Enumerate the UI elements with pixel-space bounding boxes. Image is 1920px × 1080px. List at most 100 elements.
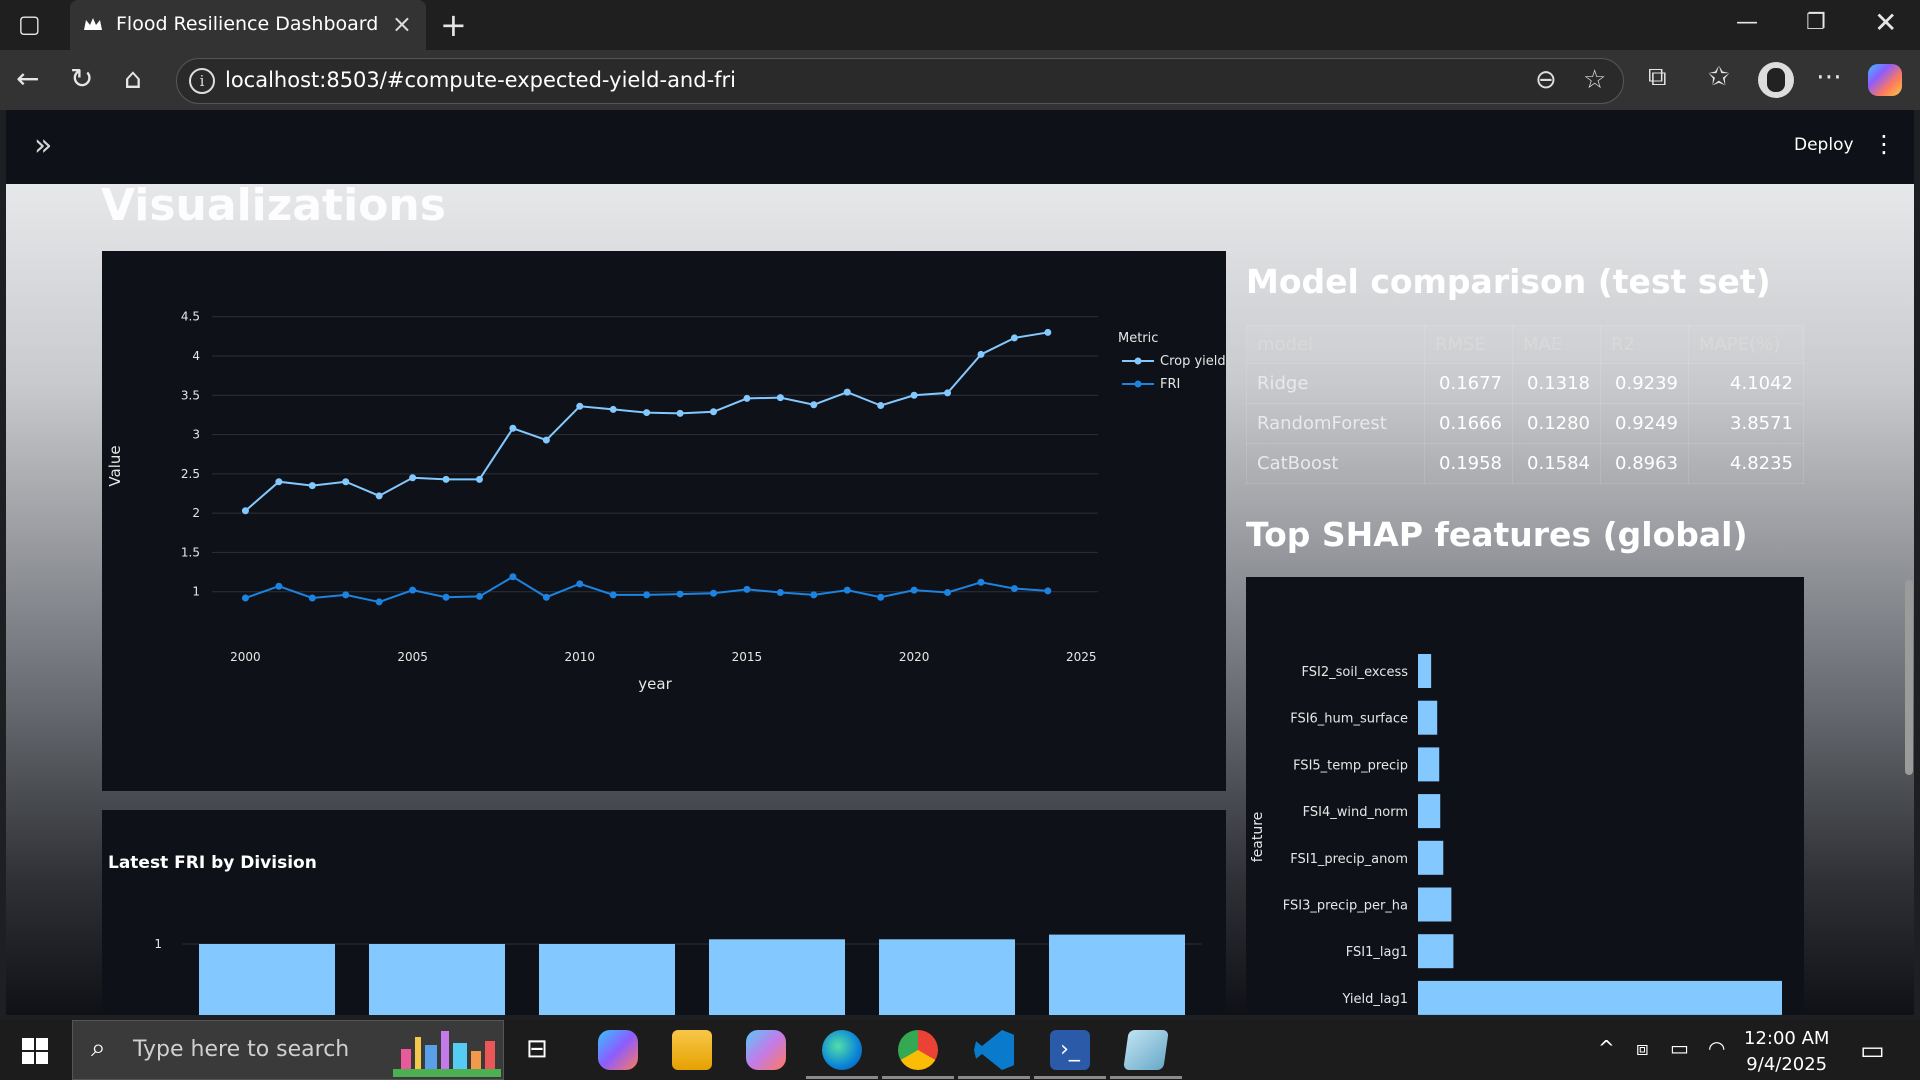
x-tick-label: 2010 bbox=[565, 650, 596, 664]
home-icon[interactable]: ⌂ bbox=[124, 62, 142, 95]
y-axis-label: feature bbox=[1250, 812, 1266, 863]
show-hidden-icons[interactable]: ^ bbox=[1598, 1036, 1615, 1060]
page-scrollbar[interactable] bbox=[1905, 580, 1913, 775]
deploy-button[interactable]: Deploy bbox=[1794, 135, 1854, 155]
table-cell[interactable]: 0.1584 bbox=[1512, 443, 1601, 484]
division-bar bbox=[1049, 934, 1185, 1015]
back-icon[interactable]: ← bbox=[16, 62, 39, 95]
file-explorer-icon[interactable] bbox=[672, 1030, 712, 1070]
column-header[interactable]: MAPE(%) bbox=[1688, 325, 1804, 364]
vscode-icon[interactable] bbox=[974, 1030, 1014, 1070]
shap-bar bbox=[1418, 747, 1440, 782]
powershell-icon[interactable]: ›_ bbox=[1050, 1030, 1090, 1070]
column-header[interactable]: model bbox=[1246, 325, 1425, 364]
data-point bbox=[710, 408, 718, 416]
taskbar-search-box[interactable]: ⌕ Type here to search bbox=[72, 1020, 504, 1080]
data-point bbox=[609, 591, 617, 599]
table-cell[interactable]: 0.1677 bbox=[1424, 363, 1513, 404]
close-window-icon[interactable]: ✕ bbox=[1874, 6, 1897, 39]
table-cell[interactable]: Ridge bbox=[1246, 363, 1425, 404]
table-cell[interactable]: 0.8963 bbox=[1600, 443, 1689, 484]
model-comparison-table[interactable]: model RMSE MAE R2 MAPE(%) Ridge 0.1677 0… bbox=[1246, 325, 1804, 484]
app-header: » Deploy ⋮ bbox=[6, 110, 1914, 184]
streamlit-crown-icon bbox=[84, 18, 102, 30]
line-chart[interactable]: 1 1.5 2 2.5 3 3.5 4 4.5 2000 2005 2010 2015 2020 2025… bbox=[102, 251, 1226, 791]
active-app-indicator bbox=[882, 1076, 954, 1079]
edge-browser-icon[interactable] bbox=[822, 1030, 862, 1070]
table-cell[interactable]: 0.1666 bbox=[1424, 403, 1513, 444]
shap-bar bbox=[1418, 980, 1782, 1015]
chrome-icon[interactable] bbox=[898, 1030, 938, 1070]
wifi-icon[interactable]: ◠ bbox=[1708, 1036, 1725, 1060]
legend-marker bbox=[1134, 380, 1142, 388]
restore-icon[interactable]: ❐ bbox=[1806, 10, 1826, 35]
main-menu-icon[interactable]: ⋮ bbox=[1872, 130, 1896, 158]
division-bar-chart[interactable]: Latest FRI by Division0.81 bbox=[102, 810, 1226, 1015]
tab-actions-icon[interactable]: ▢ bbox=[18, 10, 41, 38]
table-cell[interactable]: 0.1318 bbox=[1512, 363, 1601, 404]
data-point bbox=[275, 582, 283, 590]
data-point bbox=[442, 475, 450, 483]
more-options-icon[interactable]: ⋯ bbox=[1816, 62, 1842, 92]
data-point bbox=[509, 573, 517, 581]
data-point bbox=[776, 589, 784, 596]
clock-date: 9/4/2025 bbox=[1746, 1054, 1828, 1075]
data-point bbox=[241, 507, 249, 515]
favorite-star-icon[interactable]: ☆ bbox=[1583, 65, 1606, 95]
data-point bbox=[308, 482, 316, 490]
shap-title: Top SHAP features (global) bbox=[1246, 515, 1748, 554]
url-text: localhost:8503/#compute-expected-yield-a… bbox=[225, 68, 737, 92]
profile-avatar[interactable] bbox=[1758, 62, 1794, 98]
m365-icon[interactable] bbox=[746, 1030, 786, 1070]
y-axis-label: Value bbox=[106, 445, 124, 486]
refresh-icon[interactable]: ↻ bbox=[70, 62, 93, 95]
table-cell[interactable]: RandomForest bbox=[1246, 403, 1425, 444]
table-cell[interactable]: 0.1958 bbox=[1424, 443, 1513, 484]
minimize-icon[interactable]: — bbox=[1736, 10, 1758, 35]
zoom-out-icon[interactable]: ⊖ bbox=[1535, 65, 1557, 95]
windows-start-icon[interactable] bbox=[22, 1038, 48, 1064]
shap-bar-chart[interactable]: FSI2_soil_excess FSI6_hum_surface FSI5_tem… bbox=[1246, 577, 1804, 1015]
notifications-icon[interactable]: ▭ bbox=[1860, 1036, 1885, 1066]
clock[interactable]: 12:00 AM 9/4/2025 bbox=[1744, 1026, 1829, 1078]
copilot-icon[interactable] bbox=[1868, 64, 1902, 96]
table-cell[interactable]: 3.8571 bbox=[1688, 403, 1804, 444]
data-point bbox=[676, 409, 684, 417]
table-cell[interactable]: 4.1042 bbox=[1688, 363, 1804, 404]
site-info-icon[interactable]: i bbox=[189, 68, 215, 94]
notepad-icon[interactable] bbox=[1123, 1030, 1169, 1070]
copilot-app-icon[interactable] bbox=[598, 1030, 638, 1070]
column-header[interactable]: MAE bbox=[1512, 325, 1601, 364]
column-header[interactable]: RMSE bbox=[1424, 325, 1513, 364]
task-view-icon[interactable]: ⊟ bbox=[526, 1034, 548, 1064]
data-point bbox=[342, 591, 350, 599]
network-status-icon[interactable]: ⧈ bbox=[1636, 1036, 1649, 1060]
close-tab-icon[interactable]: × bbox=[392, 10, 412, 38]
data-point bbox=[843, 388, 851, 396]
table-cell[interactable]: 0.9239 bbox=[1600, 363, 1689, 404]
streamlit-app: » Deploy ⋮ Visualizations 1 1.5 2 2.5 3 3.5 4 4… bbox=[6, 110, 1914, 1015]
data-point bbox=[342, 478, 350, 486]
table-cell[interactable]: CatBoost bbox=[1246, 443, 1425, 484]
battery-icon[interactable]: ▭ bbox=[1670, 1036, 1689, 1060]
new-tab-icon[interactable]: + bbox=[440, 6, 467, 44]
table-cell[interactable]: 0.1280 bbox=[1512, 403, 1601, 444]
data-point bbox=[542, 436, 550, 444]
data-point bbox=[275, 478, 283, 486]
table-cell[interactable]: 4.8235 bbox=[1688, 443, 1804, 484]
expand-sidebar-icon[interactable]: » bbox=[34, 128, 52, 163]
data-point bbox=[643, 409, 651, 417]
data-point bbox=[810, 591, 818, 599]
table-cell[interactable]: 0.9249 bbox=[1600, 403, 1689, 444]
browser-tab[interactable]: Flood Resilience Dashboard × bbox=[70, 0, 426, 50]
column-header[interactable]: R2 bbox=[1600, 325, 1689, 364]
data-point bbox=[475, 475, 483, 483]
legend-label: Crop yield bbox=[1160, 354, 1226, 369]
data-point bbox=[910, 391, 918, 399]
active-app-indicator bbox=[806, 1076, 878, 1079]
extensions-icon[interactable]: ⧉ bbox=[1648, 62, 1667, 93]
address-bar[interactable]: i localhost:8503/#compute-expected-yield… bbox=[176, 58, 1624, 104]
favorites-icon[interactable]: ✩ bbox=[1708, 62, 1730, 92]
feature-label: FSI6_hum_surface bbox=[1290, 712, 1408, 727]
search-icon: ⌕ bbox=[91, 1033, 106, 1063]
